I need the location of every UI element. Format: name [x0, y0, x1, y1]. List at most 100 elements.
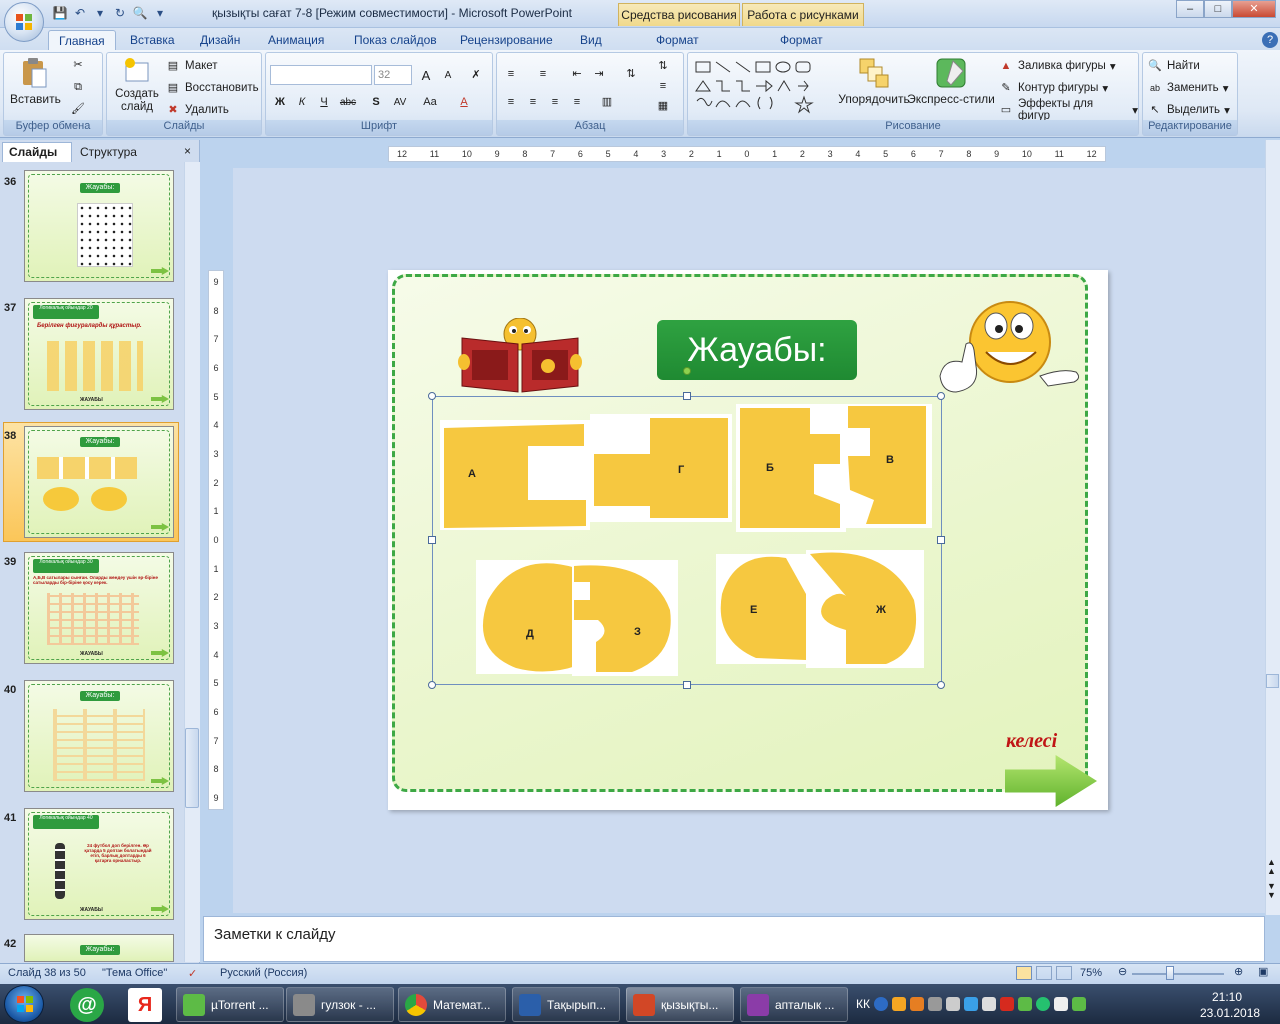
rotation-handle[interactable]: [683, 367, 691, 375]
zoom-in-icon[interactable]: ⊕: [1234, 965, 1243, 978]
resize-handle-nw[interactable]: [428, 392, 436, 400]
tab-review[interactable]: Рецензирование: [450, 30, 563, 50]
slide-vertical-scrollbar[interactable]: [1265, 140, 1280, 915]
clock-time[interactable]: 21:10: [1212, 990, 1242, 1004]
shape-fill-button[interactable]: ▲ Заливка фигуры ▾: [998, 57, 1116, 75]
layout-button[interactable]: ▤ Макет: [165, 57, 218, 75]
slide-thumbnail-40[interactable]: Жауабы:: [24, 680, 174, 792]
book-reader-picture[interactable]: [458, 318, 582, 394]
align-right-icon[interactable]: ≡: [545, 93, 565, 111]
volume-icon[interactable]: [945, 997, 960, 1011]
slides-pane-scroll-thumb[interactable]: [185, 728, 199, 808]
tab-slideshow[interactable]: Показ слайдов: [344, 30, 447, 50]
resize-handle-ne[interactable]: [937, 392, 945, 400]
shape-effects-button[interactable]: ▭ Эффекты для фигур ▾: [998, 98, 1138, 122]
justify-icon[interactable]: ≡: [567, 93, 587, 111]
taskbar-app-powerpoint[interactable]: қызықты...: [626, 987, 734, 1022]
font-name-combo[interactable]: [270, 65, 372, 85]
columns-icon[interactable]: ▥: [597, 93, 617, 111]
minimize-button[interactable]: –: [1176, 0, 1204, 18]
resize-handle-e[interactable]: [937, 536, 945, 544]
shapes-gallery-icon[interactable]: [694, 59, 824, 117]
arrange-button[interactable]: Упорядочить: [834, 57, 914, 106]
taskbar-app-utorrent[interactable]: µTorrent ...: [176, 987, 284, 1022]
taskbar-app-word[interactable]: Тақырып...: [512, 987, 620, 1022]
decrease-indent-icon[interactable]: ⇤: [567, 65, 587, 83]
zoom-out-icon[interactable]: ⊖: [1118, 965, 1127, 978]
shadow-button[interactable]: S: [366, 93, 386, 111]
slide-thumbnail-39[interactable]: Логикалық ойындар 30 А,Б,В сатылары сынғ…: [24, 552, 174, 664]
slide-scroll-thumb[interactable]: [1266, 674, 1279, 688]
tray-app-icon[interactable]: [999, 997, 1014, 1011]
maximize-button[interactable]: □: [1204, 0, 1232, 18]
cut-icon[interactable]: ✂: [70, 57, 86, 73]
normal-view-icon[interactable]: [1016, 966, 1032, 980]
grow-font-button[interactable]: A: [416, 66, 436, 84]
tab-insert[interactable]: Вставка: [120, 30, 185, 50]
slide-thumbnail-41[interactable]: Логикалық ойындар 40 24 футбол доп беріл…: [24, 808, 174, 920]
slide-thumbnail-42[interactable]: Жауабы:: [24, 934, 174, 962]
skype-icon[interactable]: [963, 997, 978, 1011]
tray-app-icon[interactable]: [927, 997, 942, 1011]
customize-qat-icon[interactable]: ▾: [152, 5, 168, 21]
text-direction-icon[interactable]: ⇅: [653, 57, 673, 75]
slide-thumbnail-36[interactable]: Жауабы:: [24, 170, 174, 282]
close-pane-icon[interactable]: ×: [184, 144, 191, 158]
slideshow-view-icon[interactable]: [1056, 966, 1072, 980]
print-preview-icon[interactable]: 🔍: [132, 5, 148, 21]
taskbar-app-chrome[interactable]: Математ...: [398, 987, 506, 1022]
new-slide-button[interactable]: Создать слайд: [111, 57, 163, 114]
paste-button[interactable]: Вставить: [10, 57, 61, 106]
font-color-button[interactable]: A: [454, 93, 474, 111]
network-icon[interactable]: [981, 997, 996, 1011]
taskbar-app-folder[interactable]: гулзок - ...: [286, 987, 394, 1022]
utorrent-tray-icon[interactable]: [1017, 997, 1032, 1011]
tab-format-drawing[interactable]: Формат: [646, 30, 709, 50]
underline-button[interactable]: Ч: [314, 93, 334, 111]
dropdown-icon[interactable]: ▾: [92, 5, 108, 21]
select-button[interactable]: ↖ Выделить ▾: [1147, 101, 1229, 119]
office-button[interactable]: [4, 2, 44, 42]
save-icon[interactable]: 💾: [52, 5, 68, 21]
taskbar-app-winrar[interactable]: апталык ...: [740, 987, 848, 1022]
clear-format-icon[interactable]: ✗: [466, 66, 486, 84]
fit-slide-icon[interactable]: ▣: [1258, 965, 1268, 978]
resize-handle-sw[interactable]: [428, 681, 436, 689]
numbering-icon[interactable]: ≡: [533, 65, 553, 83]
notes-placeholder[interactable]: Заметки к слайду: [214, 926, 336, 943]
help-tray-icon[interactable]: [873, 997, 888, 1011]
zoom-slider[interactable]: [1132, 973, 1224, 975]
bold-button[interactable]: Ж: [270, 93, 290, 111]
taskbar-at-icon[interactable]: @: [70, 988, 104, 1022]
taskbar-yandex-icon[interactable]: Я: [128, 988, 162, 1022]
line-spacing-icon[interactable]: ⇅: [621, 65, 641, 83]
spellcheck-icon[interactable]: ✓: [188, 967, 197, 980]
resize-handle-s[interactable]: [683, 681, 691, 689]
delete-slide-button[interactable]: ✖ Удалить: [165, 101, 229, 119]
align-left-icon[interactable]: ≡: [501, 93, 521, 111]
shape-outline-button[interactable]: ✎ Контур фигуры ▾: [998, 79, 1108, 97]
resize-handle-n[interactable]: [683, 392, 691, 400]
smiley-thumbs-up-picture[interactable]: [936, 296, 1082, 400]
copy-icon[interactable]: ⧉: [70, 79, 86, 95]
next-slide-icon[interactable]: ▼ ▼: [1267, 882, 1276, 900]
bullets-icon[interactable]: ≡: [501, 65, 521, 83]
tab-design[interactable]: Дизайн: [190, 30, 250, 50]
tab-view[interactable]: Вид: [570, 30, 612, 50]
char-spacing-button[interactable]: AV: [390, 93, 410, 111]
tray-app-icon[interactable]: [1071, 997, 1086, 1011]
resize-handle-w[interactable]: [428, 536, 436, 544]
redo-icon[interactable]: ↻: [112, 5, 128, 21]
undo-icon[interactable]: ↶: [72, 5, 88, 21]
help-icon[interactable]: ?: [1262, 32, 1278, 48]
clock-date[interactable]: 23.01.2018: [1200, 1006, 1260, 1020]
font-size-combo[interactable]: 32: [374, 65, 412, 85]
slide-thumbnail-37[interactable]: Логикалық ойындар 20 Берілген фигуралард…: [24, 298, 174, 410]
tab-home[interactable]: Главная: [48, 30, 116, 50]
close-button[interactable]: ✕: [1232, 0, 1276, 18]
increase-indent-icon[interactable]: ⇥: [589, 65, 609, 83]
slides-pane-scrollbar[interactable]: [184, 162, 200, 962]
whatsapp-icon[interactable]: [1035, 997, 1050, 1011]
next-label[interactable]: келесі: [1006, 730, 1057, 753]
format-painter-icon[interactable]: 🖌: [70, 101, 86, 117]
